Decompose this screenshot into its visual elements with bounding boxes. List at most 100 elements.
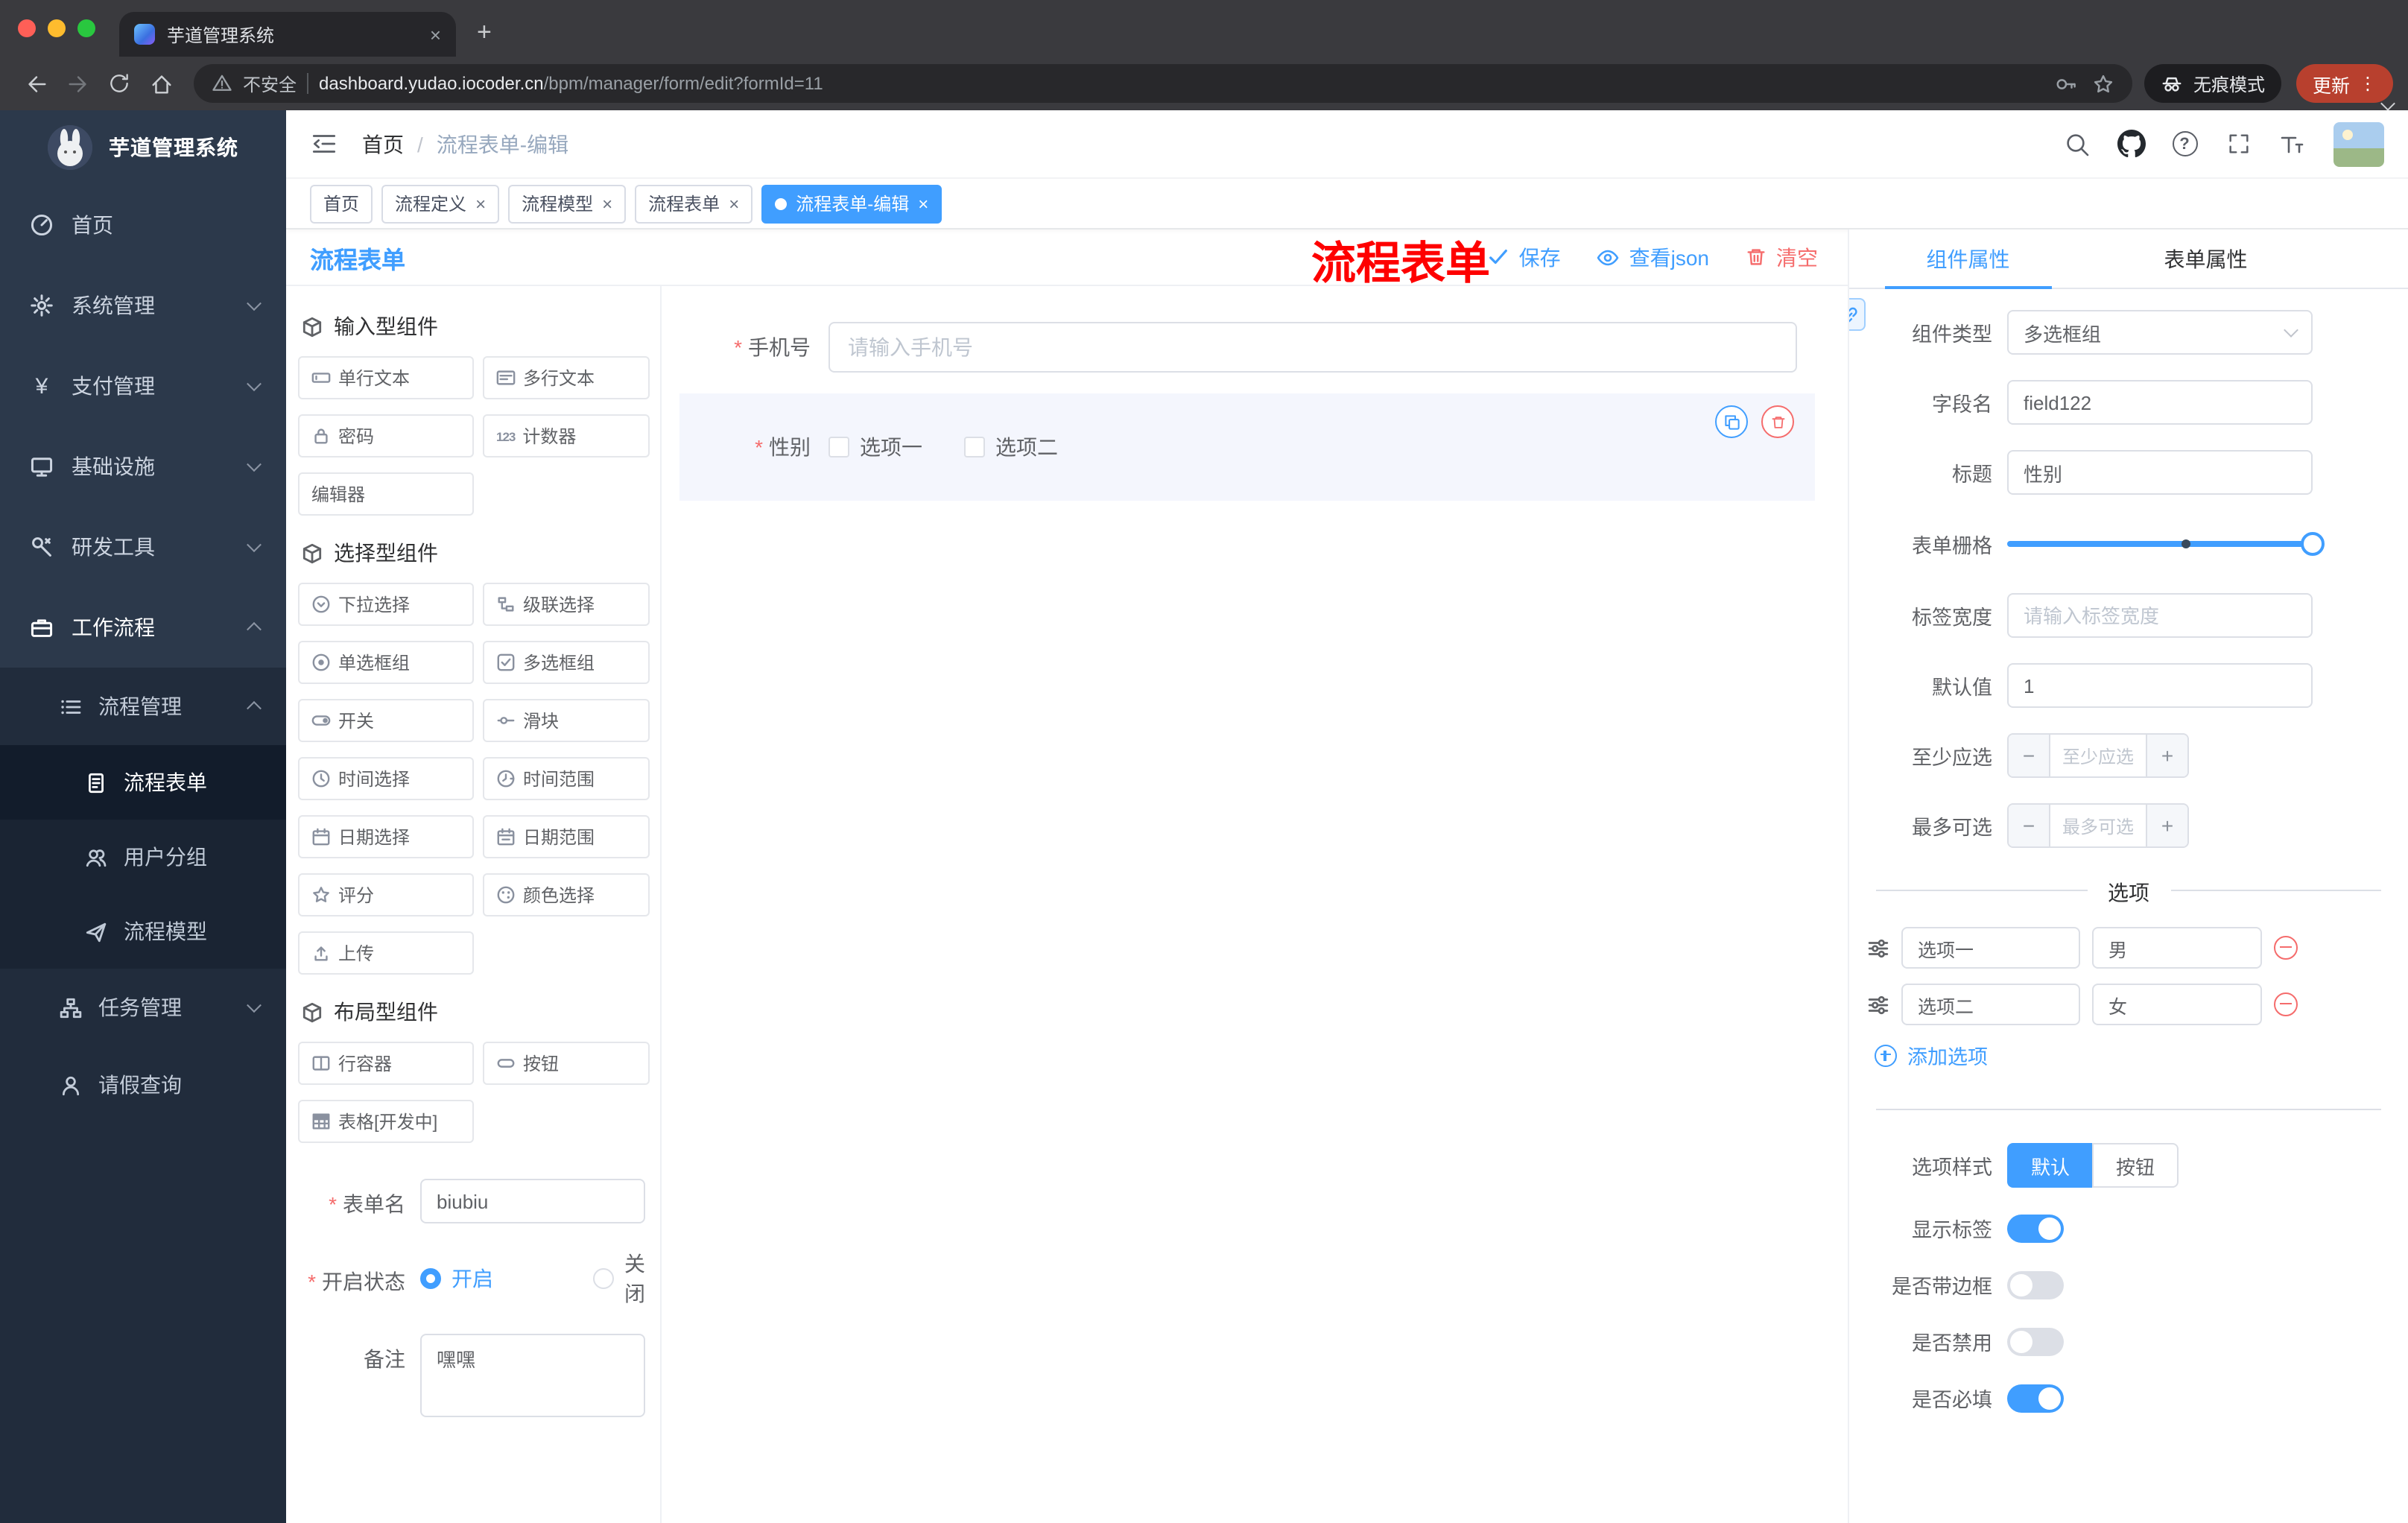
border-toggle[interactable]	[2007, 1270, 2064, 1299]
gender-field-selected[interactable]: 性别 选项一 选项二	[679, 393, 1815, 501]
option-value-input[interactable]	[2092, 984, 2262, 1025]
gender-option-1[interactable]: 选项一	[828, 432, 922, 462]
default-value-input[interactable]	[2007, 663, 2313, 708]
view-json-button[interactable]: 查看json	[1597, 242, 1709, 272]
close-icon[interactable]: ×	[729, 194, 739, 212]
remove-option-icon[interactable]	[2274, 936, 2298, 960]
palette-item-upload[interactable]: 上传	[298, 931, 474, 975]
close-icon[interactable]: ×	[918, 194, 928, 212]
close-window-button[interactable]	[18, 19, 36, 37]
gender-option-2[interactable]: 选项二	[964, 432, 1058, 462]
sidebar-item-payment[interactable]: ¥ 支付管理	[0, 346, 286, 426]
style-button-button[interactable]: 按钮	[2092, 1143, 2179, 1188]
palette-item-select[interactable]: 下拉选择	[298, 583, 474, 626]
min-select-stepper[interactable]: − 至少应选 +	[2007, 733, 2189, 778]
palette-item-button[interactable]: 按钮	[483, 1042, 650, 1085]
sidebar-item-home[interactable]: 首页	[0, 185, 286, 265]
tag-home[interactable]: 首页	[310, 184, 373, 223]
sidebar-item-process-model[interactable]: 流程模型	[0, 894, 286, 969]
palette-item-rate[interactable]: 评分	[298, 873, 474, 916]
tag-process-form[interactable]: 流程表单 ×	[635, 184, 753, 223]
browser-tab[interactable]: 芋道管理系统 ×	[119, 12, 456, 57]
delete-component-button[interactable]	[1761, 405, 1794, 438]
drag-handle-icon[interactable]	[1867, 937, 1889, 959]
form-canvas[interactable]: 手机号	[662, 286, 1848, 1523]
palette-item-color-picker[interactable]: 颜色选择	[483, 873, 650, 916]
tab-close-icon[interactable]: ×	[430, 25, 441, 44]
forward-icon[interactable]	[57, 63, 98, 104]
disabled-toggle[interactable]	[2007, 1327, 2064, 1355]
checkbox-icon[interactable]	[964, 437, 985, 457]
sidebar-item-leave-query[interactable]: 请假查询	[0, 1046, 286, 1124]
plus-icon[interactable]: +	[2147, 735, 2187, 776]
style-default-button[interactable]: 默认	[2007, 1143, 2093, 1188]
palette-item-date-picker[interactable]: 日期选择	[298, 815, 474, 858]
add-option-button[interactable]: 添加选项	[1875, 1040, 2408, 1070]
palette-item-date-range[interactable]: 日期范围	[483, 815, 650, 858]
breadcrumb-home[interactable]: 首页	[362, 129, 404, 159]
maximize-window-button[interactable]	[77, 19, 95, 37]
fullscreen-icon[interactable]	[2220, 126, 2256, 162]
palette-item-textarea[interactable]: 多行文本	[483, 356, 650, 399]
close-icon[interactable]: ×	[602, 194, 612, 212]
palette-item-time-picker[interactable]: 时间选择	[298, 757, 474, 800]
sidebar-item-system[interactable]: 系统管理	[0, 265, 286, 346]
tag-process-definition[interactable]: 流程定义 ×	[381, 184, 500, 223]
clear-button[interactable]: 清空	[1745, 242, 1818, 272]
field-name-input[interactable]	[2007, 380, 2313, 425]
window-controls[interactable]	[18, 19, 95, 37]
tag-process-model[interactable]: 流程模型 ×	[508, 184, 627, 223]
sidebar-item-process-form[interactable]: 流程表单	[0, 745, 286, 820]
status-radio-off[interactable]: 关闭	[593, 1249, 645, 1308]
tab-form-props[interactable]: 表单属性	[2087, 229, 2325, 288]
tag-process-form-edit[interactable]: 流程表单-编辑 ×	[761, 184, 942, 223]
plus-icon[interactable]: +	[2147, 805, 2187, 846]
option-label-input[interactable]	[1901, 927, 2080, 969]
checkbox-icon[interactable]	[828, 437, 849, 457]
link-icon[interactable]	[1849, 298, 1866, 331]
required-toggle[interactable]	[2007, 1384, 2064, 1412]
palette-item-cascader[interactable]: 级联选择	[483, 583, 650, 626]
title-input[interactable]	[2007, 450, 2313, 495]
palette-item-password[interactable]: 密码	[298, 414, 474, 457]
save-button[interactable]: 保存	[1488, 242, 1561, 272]
option-value-input[interactable]	[2092, 927, 2262, 969]
drag-handle-icon[interactable]	[1867, 993, 1889, 1016]
option-label-input[interactable]	[1901, 984, 2080, 1025]
phone-input[interactable]	[828, 322, 1797, 373]
sidebar-item-workflow[interactable]: 工作流程	[0, 587, 286, 668]
status-radio-on[interactable]: 开启	[420, 1264, 557, 1294]
sidebar-item-infra[interactable]: 基础设施	[0, 426, 286, 507]
palette-item-counter[interactable]: 123 计数器	[483, 414, 650, 457]
palette-item-row-container[interactable]: 行容器	[298, 1042, 474, 1085]
label-width-input[interactable]	[2007, 593, 2313, 638]
key-icon[interactable]	[2055, 72, 2077, 95]
help-icon[interactable]	[2167, 126, 2202, 162]
palette-item-switch[interactable]: 开关	[298, 699, 474, 742]
reload-icon[interactable]	[98, 63, 140, 104]
minus-icon[interactable]: −	[2009, 735, 2049, 776]
palette-item-radio-group[interactable]: 单选框组	[298, 641, 474, 684]
component-type-select[interactable]: 多选框组	[2007, 310, 2313, 355]
remove-option-icon[interactable]	[2274, 992, 2298, 1016]
show-label-toggle[interactable]	[2007, 1214, 2064, 1242]
palette-item-table[interactable]: 表格[开发中]	[298, 1100, 474, 1143]
update-button[interactable]: 更新 ⋮	[2295, 64, 2393, 103]
palette-item-editor[interactable]: 编辑器	[298, 472, 474, 516]
user-avatar[interactable]	[2333, 121, 2384, 166]
form-remark-textarea[interactable]: 嘿嘿	[420, 1334, 645, 1417]
palette-item-checkbox-group[interactable]: 多选框组	[483, 641, 650, 684]
phone-field[interactable]: 手机号	[679, 322, 1797, 373]
palette-item-slider[interactable]: 滑块	[483, 699, 650, 742]
bookmark-star-icon[interactable]	[2092, 72, 2114, 95]
slider-handle[interactable]	[2301, 532, 2325, 556]
font-size-icon[interactable]	[2274, 126, 2310, 162]
palette-item-time-range[interactable]: 时间范围	[483, 757, 650, 800]
minus-icon[interactable]: −	[2009, 805, 2049, 846]
sidebar-item-process-mgmt[interactable]: 流程管理	[0, 668, 286, 745]
new-tab-button[interactable]: +	[477, 18, 492, 48]
tab-component-props[interactable]: 组件属性	[1849, 229, 2087, 289]
address-bar[interactable]: 不安全 dashboard.yudao.iocoder.cn/bpm/manag…	[194, 64, 2132, 103]
back-icon[interactable]	[15, 63, 57, 104]
copy-component-button[interactable]	[1715, 405, 1748, 438]
